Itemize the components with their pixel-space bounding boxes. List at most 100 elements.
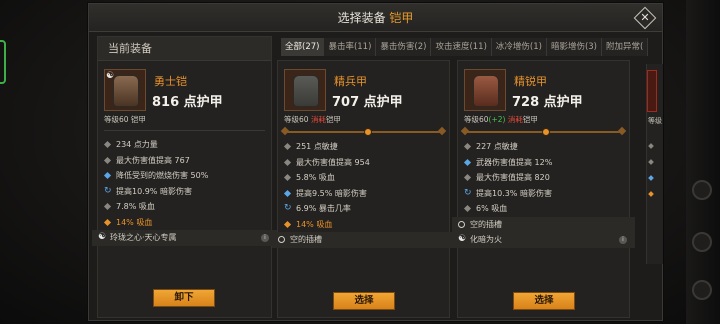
stat-row: 6% 吸血 (463, 201, 623, 217)
game-screen: 选择装备 铠甲 ✕ 当前装备 ☯ 勇士铠 816 点护甲 等级60 铠甲 234… (0, 0, 720, 324)
yin-yang-icon: ☯ (106, 71, 115, 81)
level-cost: 消耗 (507, 115, 523, 124)
level-prefix: 等级60 (284, 115, 309, 124)
candidate-card-1[interactable]: 精兵甲 707 点护甲 等级60 消耗铠甲 251 点敏捷 最大伤害值提高 954… (272, 60, 455, 318)
hud-button-1[interactable] (692, 180, 712, 200)
diamond-icon (103, 171, 112, 180)
diamond-icon (103, 140, 112, 149)
current-equipment-column: 当前装备 ☯ 勇士铠 816 点护甲 等级60 铠甲 234 点力量 最大伤害值提… (92, 36, 277, 318)
item-level: 等级60(+2) 消耗铠甲 (464, 114, 538, 125)
compare-slider[interactable] (280, 126, 447, 137)
yin-yang-icon: ☯ (458, 234, 467, 244)
right-hud (686, 0, 720, 324)
filter-tab[interactable]: 附加异常( (602, 38, 649, 56)
stat-row: 14% 吸血 (103, 215, 265, 231)
stat-list: 227 点敏捷武器伤害值提高 12% 最大伤害值提高 820 ↻ 提高10.3% 暗影… (458, 137, 629, 217)
stat-list: 251 点敏捷最大伤害值提高 954 5.8% 吸血提高9.5% 暗影伤害 ↻ 6.9… (278, 137, 449, 232)
stat-bullet (648, 143, 654, 149)
side-toggle[interactable] (0, 40, 6, 84)
slider-end (280, 126, 290, 136)
compare-slider[interactable] (460, 126, 627, 137)
info-icon[interactable]: i (619, 236, 627, 244)
stat-text: 武器伤害值提高 12% (476, 157, 553, 167)
level-upgrade: (+2) (488, 115, 506, 124)
stat-row: ↻ 提高10.9% 暗影伤害 (104, 184, 265, 200)
slider-end (437, 126, 447, 136)
stat-row: 5.8% 吸血 (283, 170, 443, 186)
diamond-icon (283, 173, 292, 182)
stat-text: 14% 吸血 (296, 219, 333, 229)
stat-text: 234 点力量 (116, 140, 158, 149)
diamond-icon (283, 189, 292, 197)
socket-label: 空的插槽 (290, 235, 322, 244)
item-image (647, 70, 657, 112)
socket-row: 空的插槽 (272, 232, 455, 248)
level-suffix: 铠甲 (325, 115, 341, 124)
diamond-icon (283, 158, 292, 166)
stat-text: 最大伤害值提高 820 (476, 173, 550, 182)
slider-knob[interactable] (364, 128, 372, 136)
hud-button-3[interactable] (692, 280, 712, 300)
stat-text: 14% 吸血 (116, 217, 153, 227)
diamond-icon (463, 142, 472, 151)
close-icon: ✕ (640, 11, 650, 24)
socket-label: 化暗为火 (470, 235, 502, 244)
slider-end (617, 126, 627, 136)
stat-text: 提高10.9% 暗影伤害 (116, 186, 192, 196)
filter-tab[interactable]: 全部(27) (281, 38, 325, 56)
socket-label: 空的插槽 (470, 219, 502, 229)
diamond-icon (283, 220, 292, 228)
stat-row: 提高9.5% 暗影伤害 (283, 186, 443, 202)
item-image[interactable]: ☯ (104, 69, 146, 111)
filter-tab[interactable]: 攻击速度(11) (431, 38, 492, 56)
item-name: 勇士铠 (154, 75, 187, 88)
stat-row: 武器伤害值提高 12% (463, 155, 623, 171)
stat-row: 14% 吸血 (283, 217, 443, 233)
filter-tab[interactable]: 暴击伤害(2) (376, 38, 432, 56)
stat-row: ↻ 6.9% 暴击几率 (284, 201, 443, 217)
stat-row: ↻ 提高10.3% 暗影伤害 (464, 186, 623, 202)
stat-text: 5.8% 吸血 (296, 173, 335, 182)
item-image[interactable] (284, 69, 326, 111)
cycle-icon: ↻ (464, 187, 472, 198)
armor-icon (293, 75, 319, 107)
filter-tab[interactable]: 暗影增伤(3) (546, 38, 602, 56)
diamond-icon (463, 173, 472, 182)
stat-row: 最大伤害值提高 767 (103, 153, 265, 169)
stat-text: 227 点敏捷 (476, 142, 518, 151)
level-prefix: 等级60 (464, 115, 489, 124)
candidate-card-3-peek[interactable]: 等级 (646, 64, 663, 264)
unequip-button[interactable]: 卸下 (153, 289, 215, 307)
level-suffix: 铠甲 (522, 115, 538, 124)
stat-row: 7.8% 吸血 (103, 199, 265, 215)
stat-text: 最大伤害值提高 767 (116, 155, 190, 165)
filter-tab[interactable]: 暴击率(11) (324, 38, 377, 56)
stat-bullet (648, 159, 654, 165)
slider-knob[interactable] (542, 128, 550, 136)
item-image[interactable] (464, 69, 506, 111)
close-button[interactable]: ✕ (633, 6, 657, 30)
stat-bullet (648, 175, 654, 181)
diamond-icon (283, 142, 292, 151)
stat-text: 最大伤害值提高 954 (296, 157, 370, 167)
hud-button-2[interactable] (692, 232, 712, 252)
stat-list: 234 点力量最大伤害值提高 767 降低受到的燃烧伤害 50% ↻ 提高10.9% … (98, 135, 271, 230)
candidate-card-2[interactable]: 精锐甲 728 点护甲 等级60(+2) 消耗铠甲 227 点敏捷 武器伤害值提高… (452, 60, 635, 318)
stat-row: 227 点敏捷 (463, 139, 623, 155)
info-icon[interactable]: i (261, 234, 269, 242)
stat-bullet (648, 191, 654, 197)
select-button[interactable]: 选择 (333, 292, 395, 310)
socket-row: 空的插槽 (452, 216, 635, 232)
diamond-icon (103, 202, 112, 211)
stat-text: 提高10.3% 暗影伤害 (476, 188, 552, 198)
item-armor: 816 点护甲 (152, 95, 223, 110)
filter-tab[interactable]: 冰冷增伤(1) (491, 38, 547, 56)
stat-text: 251 点敏捷 (296, 142, 338, 151)
stat-text: 提高9.5% 暗影伤害 (296, 188, 367, 198)
stat-row: 降低受到的燃烧伤害 50% (103, 168, 265, 184)
stat-text: 降低受到的燃烧伤害 50% (116, 171, 209, 180)
empty-socket-icon (278, 236, 285, 243)
yin-yang-icon: ☯ (98, 232, 107, 242)
select-button[interactable]: 选择 (513, 292, 575, 310)
item-name: 精兵甲 (334, 75, 367, 88)
